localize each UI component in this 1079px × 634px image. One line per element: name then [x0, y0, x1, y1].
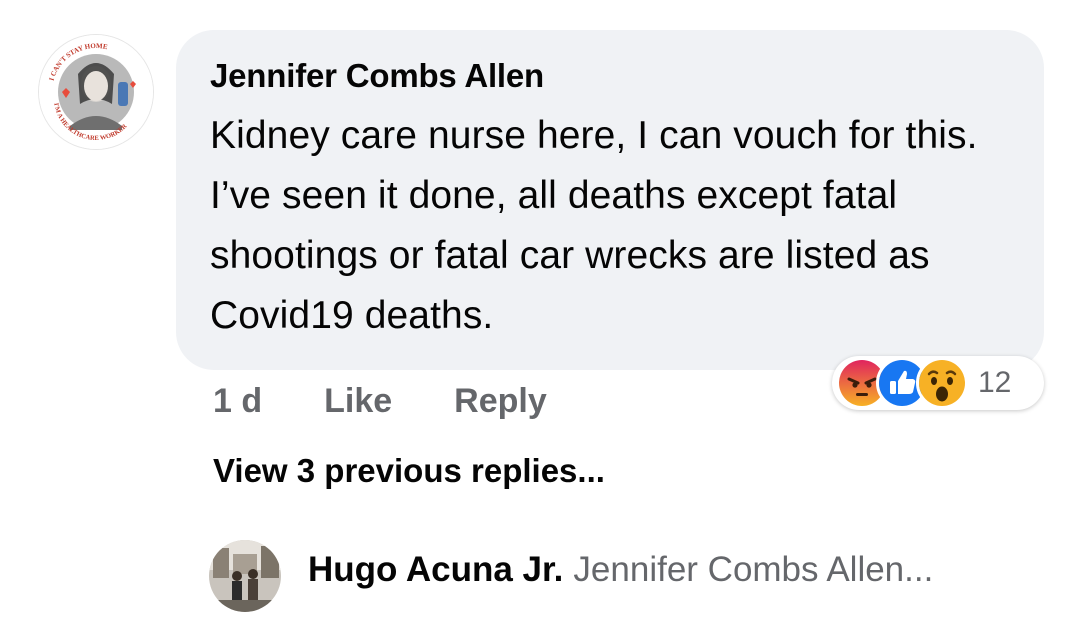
reply-button[interactable]: Reply: [454, 382, 547, 421]
comment-bubble: Jennifer Combs Allen Kidney care nurse h…: [176, 30, 1044, 370]
reply-preview-text[interactable]: Jennifer Combs Allen...: [573, 550, 933, 589]
reaction-count: 12: [978, 366, 1012, 399]
comment-timestamp[interactable]: 1 d: [213, 382, 262, 421]
comment-actions: 1 d Like Reply: [213, 374, 609, 428]
like-button[interactable]: Like: [324, 382, 392, 421]
commenter-avatar[interactable]: I CAN'T STAY HOME I'M A HEALTHCARE WORKE…: [38, 34, 154, 150]
comment-text: Kidney care nurse here, I can vouch for …: [210, 114, 978, 337]
comment-author[interactable]: Jennifer Combs Allen: [210, 56, 1010, 96]
reply-author[interactable]: Hugo Acuna Jr.: [308, 550, 563, 589]
avatar-image: [209, 540, 281, 612]
reactions-summary[interactable]: 12: [832, 356, 1044, 410]
view-previous-replies-link[interactable]: View 3 previous replies...: [213, 452, 605, 490]
reply-preview-row[interactable]: Hugo Acuna Jr. Jennifer Combs Allen...: [308, 550, 933, 590]
reply-author-avatar[interactable]: [209, 540, 281, 612]
avatar-image: I CAN'T STAY HOME I'M A HEALTHCARE WORKE…: [39, 35, 153, 149]
wow-icon: [916, 357, 968, 409]
